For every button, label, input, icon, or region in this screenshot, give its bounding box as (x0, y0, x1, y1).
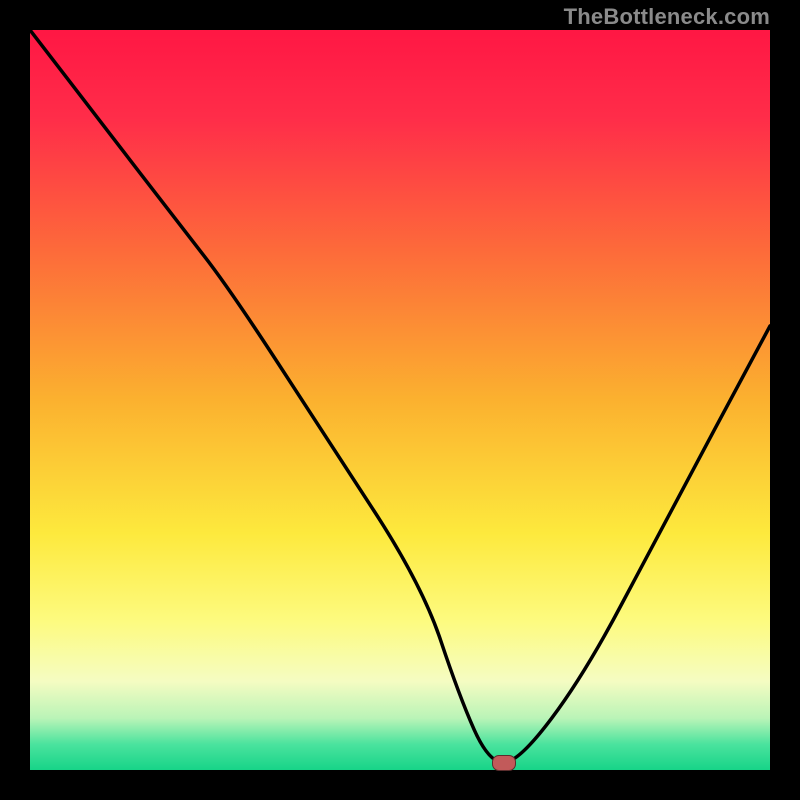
chart-frame: TheBottleneck.com (0, 0, 800, 800)
curve-layer (30, 30, 770, 770)
watermark-text: TheBottleneck.com (564, 4, 770, 30)
plot-area (30, 30, 770, 770)
optimal-marker (492, 755, 516, 771)
bottleneck-curve (30, 30, 770, 763)
